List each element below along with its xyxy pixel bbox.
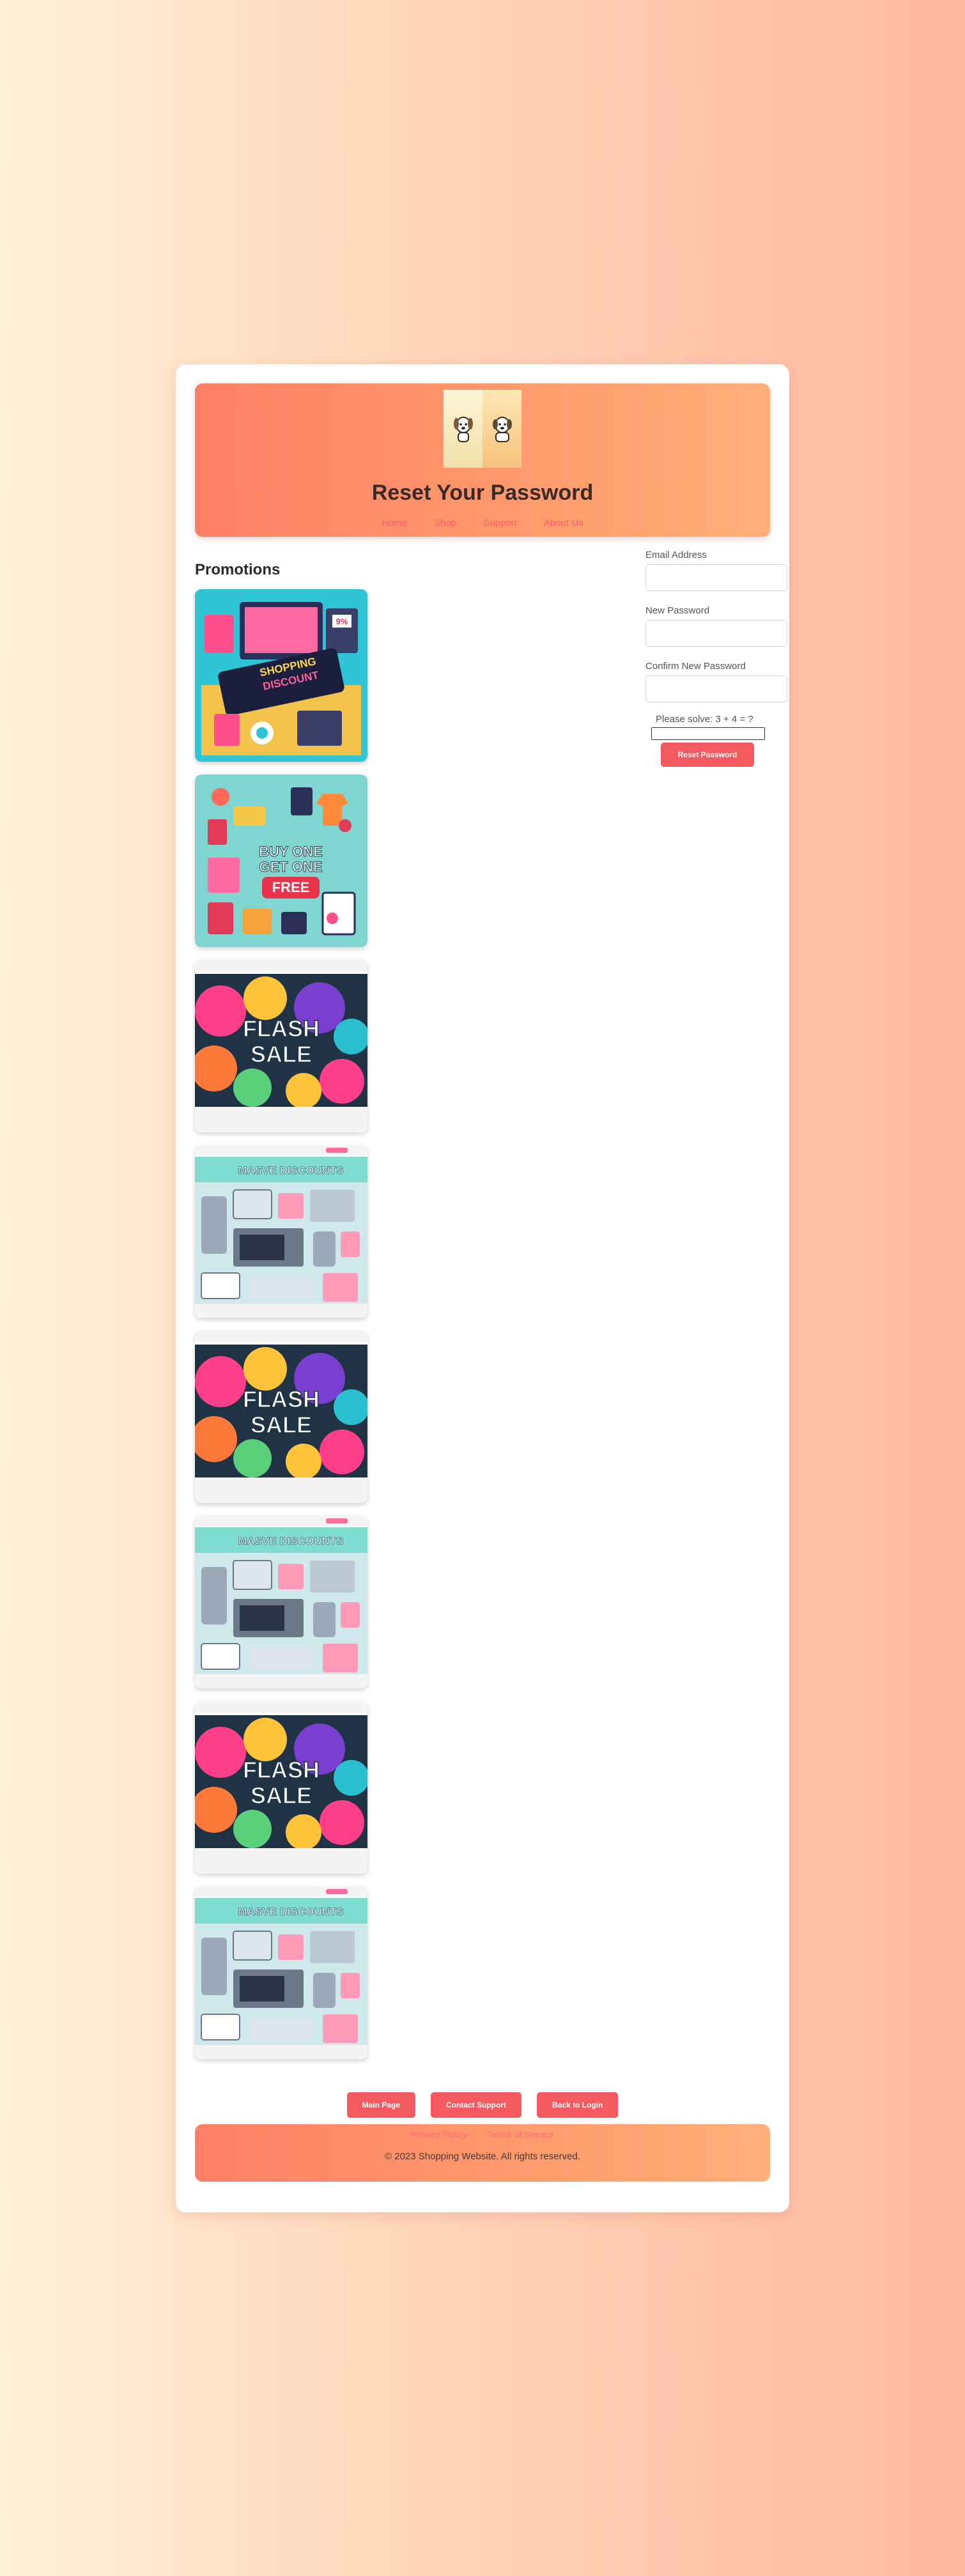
promotions-heading: Promotions — [195, 561, 281, 578]
footer-links: Privacy Policy Terms of Service — [195, 2129, 770, 2140]
confirm-password-field[interactable] — [645, 675, 787, 702]
dog-icon — [444, 390, 483, 468]
nav-link-shop[interactable]: Shop — [434, 518, 456, 528]
promo-banner-buy-one-get-one[interactable]: BUY ONE GET ONE FREE — [195, 775, 367, 947]
site-header: Reset Your Password Home Shop Support Ab… — [195, 383, 770, 537]
dog-icon — [483, 390, 521, 468]
promo-text-line1: MASVE DISCOUNTS — [238, 1906, 343, 1918]
promo-text-line2: SALE — [251, 1782, 312, 1809]
promo-banner-shopping-discount[interactable]: 9% SHOPPING DISCOUNT — [195, 589, 367, 762]
reset-password-card: Reset Your Password Home Shop Support Ab… — [176, 364, 789, 2212]
privacy-policy-link[interactable]: Privacy Policy — [411, 2129, 467, 2140]
copyright-text: © 2023 Shopping Website. All rights rese… — [385, 2151, 580, 2162]
promo-text-line2: SALE — [251, 1041, 312, 1067]
promo-text-line1: BUY ONE — [259, 844, 323, 860]
nav-link-about-us[interactable]: About Us — [544, 518, 583, 528]
promo-text-line1: FLASH — [243, 1015, 320, 1042]
confirm-password-label: Confirm New Password — [645, 661, 746, 672]
main-page-button[interactable]: Main Page — [346, 2092, 415, 2118]
nav-link-support[interactable]: Support — [483, 518, 517, 528]
promo-text-line1: FLASH — [243, 1757, 320, 1783]
promo-badge: 9% — [336, 617, 348, 626]
page-title: Reset Your Password — [371, 481, 594, 505]
email-field[interactable] — [645, 564, 787, 591]
terms-of-service-link[interactable]: Terms of Service — [487, 2129, 553, 2140]
promo-banner-flash-sale[interactable]: FLASH SALE — [195, 1701, 367, 1874]
promo-banner-flash-sale[interactable]: FLASH SALE — [195, 960, 367, 1132]
captcha-question: Please solve: 3 + 4 = ? — [656, 714, 753, 725]
reset-password-button[interactable]: Reset Password — [661, 743, 754, 767]
captcha-input[interactable] — [651, 727, 765, 740]
promo-text-line1: FLASH — [243, 1386, 320, 1412]
new-password-label: New Password — [645, 605, 710, 616]
promo-banner-massive-discounts[interactable]: MASVE DISCOUNTS — [195, 1516, 367, 1688]
reset-password-form: Email Address New Password Confirm New P… — [645, 550, 789, 767]
email-label: Email Address — [645, 550, 707, 560]
main-nav: Home Shop Support About Us — [195, 518, 770, 528]
nav-link-home[interactable]: Home — [382, 518, 407, 528]
back-to-login-button[interactable]: Back to Login — [537, 2092, 619, 2118]
new-password-field[interactable] — [645, 620, 787, 647]
promo-banner-flash-sale[interactable]: FLASH SALE — [195, 1330, 367, 1503]
promo-banner-massive-discounts[interactable]: MASVE DISCOUNTS — [195, 1145, 367, 1318]
promo-text-line2: GET ONE — [259, 859, 322, 875]
promo-banner-massive-discounts[interactable]: MASVE DISCOUNTS — [195, 1886, 367, 2059]
promo-text-line1: MASVE DISCOUNTS — [238, 1535, 343, 1547]
promo-text-line1: MASVE DISCOUNTS — [238, 1164, 343, 1176]
promo-text-line2: SALE — [251, 1412, 312, 1438]
site-logo[interactable] — [444, 390, 521, 468]
contact-support-button[interactable]: Contact Support — [431, 2092, 521, 2118]
bottom-button-row: Main Page Contact Support Back to Login — [176, 2092, 789, 2118]
promo-text-line3: FREE — [272, 879, 310, 895]
promotions-list: 9% SHOPPING DISCOUNT BUY ONE GET ONE FRE… — [195, 589, 367, 2072]
site-footer: Privacy Policy Terms of Service © 2023 S… — [195, 2124, 770, 2182]
